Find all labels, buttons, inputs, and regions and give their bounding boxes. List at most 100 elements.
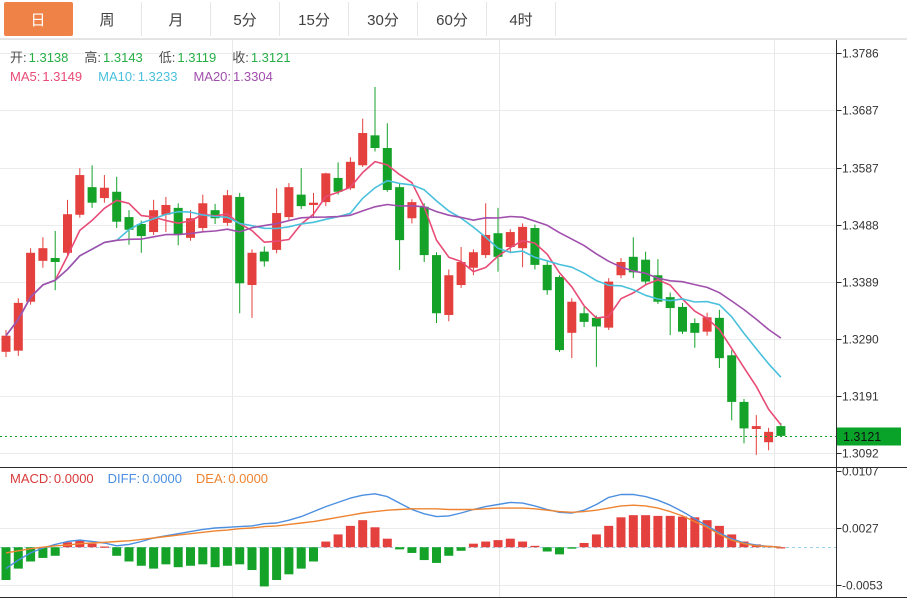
kline-chart-app: 1.37861.36871.35871.34881.33891.32901.31… bbox=[0, 0, 907, 602]
macd-histogram-bar bbox=[248, 547, 257, 570]
ma10-label: MA10: bbox=[98, 69, 136, 84]
tab-day[interactable]: 日 bbox=[4, 2, 73, 36]
price-axis-label: 1.3587 bbox=[842, 162, 879, 176]
macd-histogram-bar bbox=[297, 547, 306, 568]
macd-histogram-bar bbox=[260, 547, 269, 586]
candlestick bbox=[395, 187, 404, 240]
macd-histogram-bar bbox=[629, 515, 638, 547]
candlestick bbox=[38, 248, 47, 261]
ma5-line bbox=[6, 162, 781, 425]
macd-histogram-bar bbox=[604, 526, 613, 547]
ma20-label: MA20: bbox=[193, 69, 231, 84]
tab-month[interactable]: 月 bbox=[142, 2, 211, 36]
ohlc-legend: 开: 1.3138 高: 1.3143 低: 1.3119 收: 1.3121 bbox=[10, 50, 307, 65]
macd-label: MACD: bbox=[10, 471, 52, 486]
ma20-readout: MA20: 1.3304 bbox=[193, 69, 272, 84]
candlestick bbox=[272, 213, 281, 250]
macd-histogram-bar bbox=[666, 516, 675, 547]
candlestick bbox=[580, 313, 589, 322]
low-readout: 低: 1.3119 bbox=[159, 50, 216, 65]
ma5-readout: MA5: 1.3149 bbox=[10, 69, 82, 84]
macd-histogram-bar bbox=[346, 526, 355, 547]
candlestick bbox=[703, 317, 712, 331]
candlestick bbox=[555, 277, 564, 350]
ma20-line bbox=[6, 205, 781, 339]
macd-histogram-bar bbox=[395, 547, 404, 549]
dea-value: 0.0000 bbox=[228, 471, 268, 486]
candlestick bbox=[284, 187, 293, 217]
price-axis-label: 1.3092 bbox=[842, 447, 879, 461]
close-readout: 收: 1.3121 bbox=[232, 50, 290, 65]
macd-histogram-bar bbox=[198, 547, 207, 564]
low-value: 1.3119 bbox=[177, 50, 216, 65]
macd-histogram-bar bbox=[580, 543, 589, 547]
macd-value: 0.0000 bbox=[54, 471, 94, 486]
tab-60min[interactable]: 60分 bbox=[418, 2, 487, 36]
chart-canvas[interactable]: 1.37861.36871.35871.34881.33891.32901.31… bbox=[0, 0, 907, 602]
macd-histogram-bar bbox=[567, 547, 576, 548]
candlestick bbox=[88, 187, 97, 203]
candlestick bbox=[383, 148, 392, 190]
tab-15min[interactable]: 15分 bbox=[280, 2, 349, 36]
macd-legend: MACD: 0.0000 DIFF: 0.0000 DEA: 0.0000 bbox=[10, 471, 282, 486]
diff-label: DIFF: bbox=[108, 471, 141, 486]
ma-legend: MA5: 1.3149 MA10: 1.3233 MA20: 1.3304 bbox=[10, 69, 289, 84]
candlestick bbox=[137, 224, 146, 236]
candlestick bbox=[407, 202, 416, 218]
macd-histogram-bar bbox=[530, 546, 539, 547]
candlestick bbox=[432, 255, 441, 313]
ma5-label: MA5: bbox=[10, 69, 40, 84]
candlestick bbox=[444, 275, 453, 315]
candlestick bbox=[14, 303, 23, 351]
candlestick bbox=[776, 426, 785, 436]
close-value: 1.3121 bbox=[251, 50, 291, 65]
candlestick bbox=[51, 258, 60, 262]
tab-30min[interactable]: 30分 bbox=[349, 2, 418, 36]
diff-line bbox=[6, 494, 781, 569]
macd-histogram-bar bbox=[543, 547, 552, 551]
candlestick bbox=[75, 175, 84, 215]
macd-histogram-bar bbox=[653, 516, 662, 547]
macd-histogram-bar bbox=[272, 547, 281, 580]
macd-histogram-bar bbox=[161, 547, 170, 564]
ma10-value: 1.3233 bbox=[138, 69, 178, 84]
candlestick bbox=[371, 135, 380, 148]
macd-histogram-bar bbox=[51, 547, 60, 556]
candlestick bbox=[604, 282, 613, 328]
candlestick bbox=[715, 318, 724, 358]
macd-histogram-bar bbox=[235, 547, 244, 564]
candlestick bbox=[235, 197, 244, 283]
high-label: 高: bbox=[84, 50, 101, 65]
macd-histogram-bar bbox=[125, 547, 134, 561]
macd-histogram-bar bbox=[321, 542, 330, 548]
tab-4hour[interactable]: 4时 bbox=[487, 2, 556, 36]
open-label: 开: bbox=[10, 50, 27, 65]
macd-histogram-bar bbox=[112, 547, 121, 556]
candlestick bbox=[100, 188, 109, 198]
price-axis-label: 1.3290 bbox=[842, 333, 879, 347]
candlestick bbox=[567, 302, 576, 333]
candlestick bbox=[469, 252, 478, 268]
macd-histogram-bar bbox=[358, 520, 367, 547]
tab-5min[interactable]: 5分 bbox=[211, 2, 280, 36]
candlestick bbox=[740, 402, 749, 428]
candlestick bbox=[727, 355, 736, 402]
ma10-readout: MA10: 1.3233 bbox=[98, 69, 177, 84]
candlestick bbox=[764, 432, 773, 442]
close-label: 收: bbox=[232, 50, 249, 65]
dea-label: DEA: bbox=[196, 471, 226, 486]
macd-histogram-bar bbox=[334, 534, 343, 547]
macd-histogram-bar bbox=[223, 547, 232, 566]
price-axis-label: 1.3488 bbox=[842, 219, 879, 233]
candlestick bbox=[641, 260, 650, 282]
candlestick bbox=[63, 214, 72, 253]
candlestick bbox=[690, 323, 699, 333]
tab-week[interactable]: 周 bbox=[73, 2, 142, 36]
macd-histogram-bar bbox=[88, 544, 97, 548]
macd-axis-label: -0.0053 bbox=[842, 579, 883, 593]
macd-histogram-bar bbox=[407, 547, 416, 553]
macd-histogram-bar bbox=[518, 542, 527, 548]
macd-histogram-bar bbox=[457, 547, 466, 551]
candlestick bbox=[543, 265, 552, 290]
price-axis-label: 1.3389 bbox=[842, 276, 879, 290]
